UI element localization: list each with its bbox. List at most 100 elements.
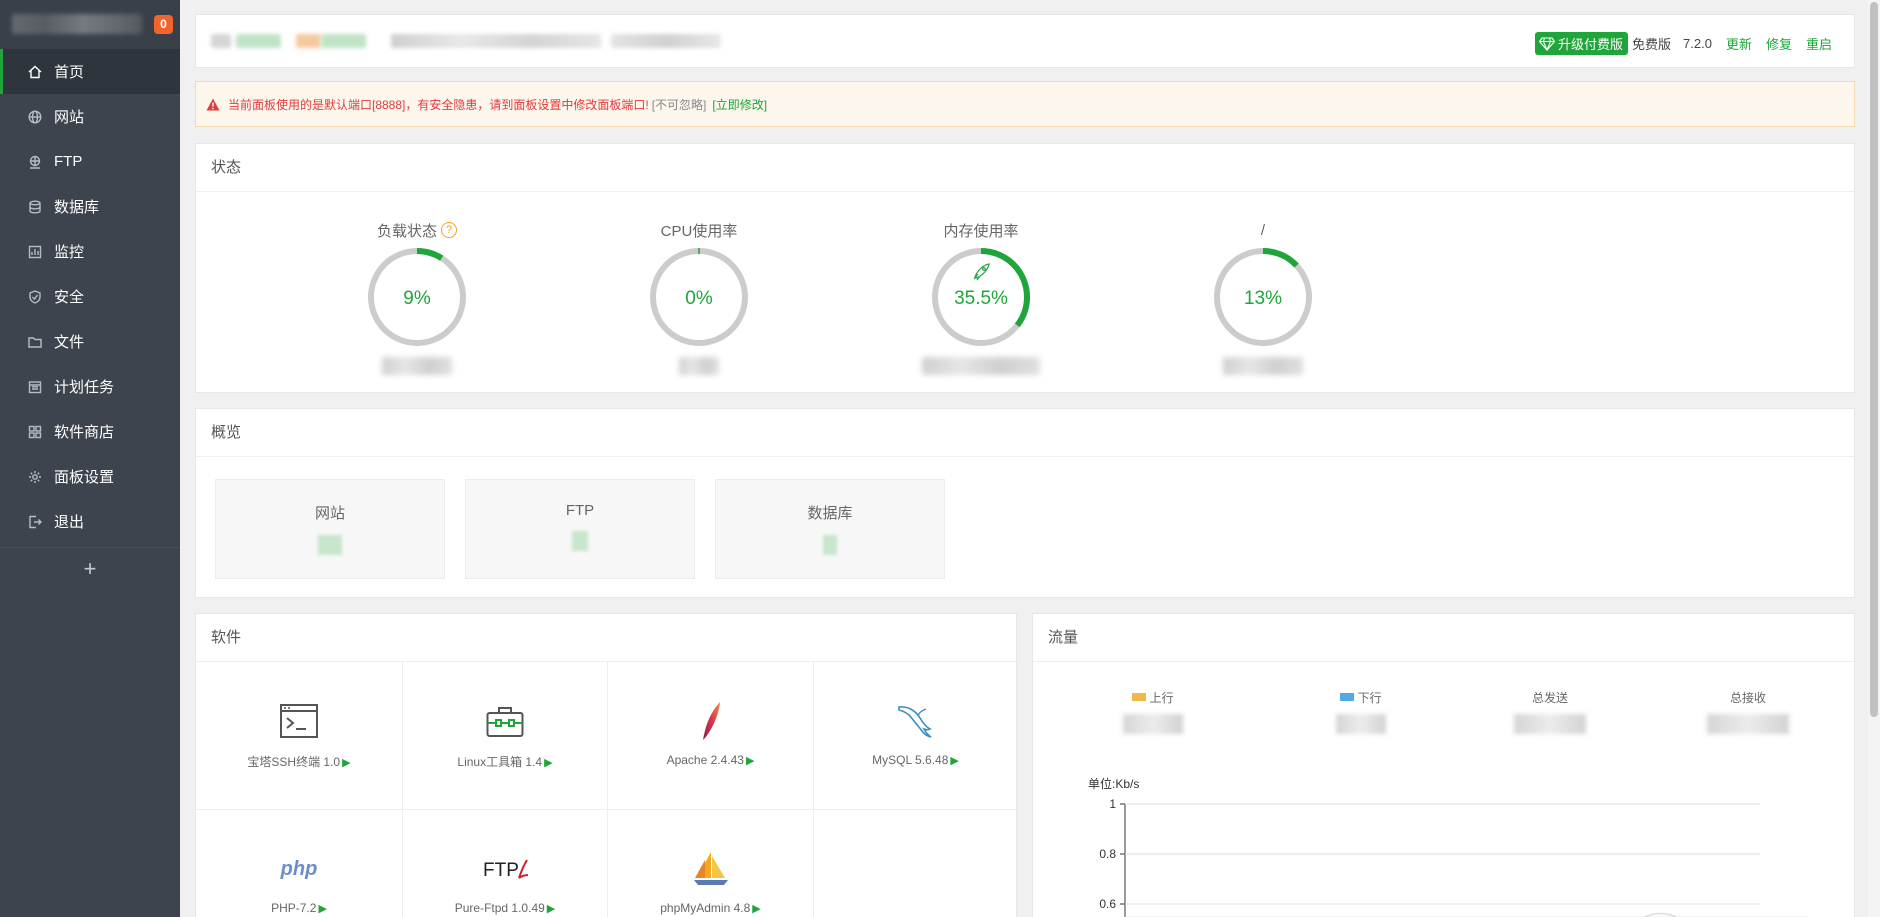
warning-icon (206, 98, 220, 110)
overview-database-box[interactable]: 数据库 (715, 479, 945, 579)
ftp-icon (28, 155, 42, 169)
cpu-detail-blurred (679, 357, 719, 375)
sidebar-item-settings[interactable]: 面板设置 (0, 454, 180, 499)
restart-link[interactable]: 重启 (1806, 34, 1832, 53)
software-name-text: Pure-Ftpd 1.0.49 (454, 901, 545, 915)
sidebar-item-label: 监控 (54, 244, 85, 261)
y-tick-label: 0.6 (1099, 897, 1116, 911)
rocket-icon[interactable] (973, 263, 990, 281)
memory-gauge[interactable]: 内存使用率 35.5% (881, 219, 1081, 375)
download-swatch (1340, 693, 1355, 701)
help-icon[interactable]: ? (441, 222, 457, 238)
software-name: PHP-7.2 ▶ (196, 901, 402, 915)
overview-label: 数据库 (807, 505, 853, 522)
traffic-chart: 1 0.8 0.6 (1099, 797, 1808, 917)
sidebar-item-database[interactable]: 数据库 (0, 184, 180, 229)
play-icon[interactable]: ▶ (746, 755, 754, 767)
play-icon[interactable]: ▶ (342, 757, 350, 769)
play-icon[interactable]: ▶ (544, 757, 552, 769)
play-icon[interactable]: ▶ (318, 903, 326, 915)
mysql-dolphin-icon (814, 697, 1017, 745)
software-name: phpMyAdmin 4.8 ▶ (608, 901, 813, 915)
software-name: Pure-Ftpd 1.0.49 ▶ (403, 901, 607, 915)
update-link[interactable]: 更新 (1726, 34, 1752, 53)
alert-fix-link[interactable]: [立即修改] (712, 96, 767, 113)
os-info-blurred (296, 34, 321, 48)
edition-label: 免费版 (1632, 37, 1672, 52)
status-title: 状态 (196, 144, 1854, 192)
overview-website-box[interactable]: 网站 (215, 479, 445, 579)
sidebar-item-store[interactable]: 软件商店 (0, 409, 180, 454)
chart-unit-label: 单位:Kb/s (1088, 777, 1140, 791)
cpu-gauge[interactable]: CPU使用率 0% (599, 219, 799, 375)
sidebar-item-label: 软件商店 (54, 424, 115, 441)
gauge-label: CPU使用率 (660, 222, 738, 240)
play-icon[interactable]: ▶ (950, 755, 958, 767)
traffic-upload: 上行 (1083, 689, 1223, 734)
software-item-mysql[interactable]: MySQL 5.6.48 ▶ (814, 662, 1018, 810)
upload-value-blurred (1123, 714, 1183, 734)
apache-feather-icon (608, 697, 813, 745)
load-gauge[interactable]: 负载状态 ? 9% (317, 219, 517, 375)
overview-ftp-box[interactable]: FTP (465, 479, 695, 579)
os-info-blurred (211, 34, 231, 48)
gauge-label-wrap: 负载状态 ? (317, 219, 517, 241)
traffic-line-hint (1643, 912, 1678, 917)
software-title: 软件 (196, 614, 1016, 662)
memory-detail-blurred (922, 357, 1040, 375)
grid-icon (28, 425, 42, 439)
add-shortcut-button[interactable]: + (0, 547, 180, 589)
software-name: Linux工具箱 1.4 ▶ (403, 753, 607, 770)
software-item-apache[interactable]: Apache 2.4.43 ▶ (608, 662, 814, 810)
sidebar-item-logout[interactable]: 退出 (0, 499, 180, 544)
download-label: 下行 (1357, 691, 1382, 705)
scrollbar-thumb[interactable] (1870, 2, 1878, 717)
calendar-icon (28, 380, 42, 394)
software-item-ssh[interactable]: 宝塔SSH终端 1.0 ▶ (196, 662, 403, 810)
upload-swatch (1132, 693, 1147, 701)
alert-message: 当前面板使用的是默认端口[8888]，有安全隐患，请到面板设置中修改面板端口! (228, 97, 649, 112)
gauge-label: 负载状态 (376, 222, 437, 240)
total-recv-label: 总接收 (1729, 691, 1766, 705)
traffic-total-sent: 总发送 (1480, 689, 1620, 734)
phpmyadmin-sailboat-icon (608, 845, 813, 893)
alert-ignore-note: [不可忽略] (651, 97, 707, 112)
sidebar-item-files[interactable]: 文件 (0, 319, 180, 364)
sidebar-item-security[interactable]: 安全 (0, 274, 180, 319)
sidebar-item-home[interactable]: 首页 (0, 49, 180, 94)
sidebar-item-label: 文件 (54, 334, 85, 351)
notification-badge[interactable]: 0 (154, 15, 173, 34)
disk-detail-blurred (1223, 357, 1303, 375)
load-detail-blurred (382, 357, 452, 375)
sidebar: 0 首页 网站 FTP 数据库 监控 安全 文件 计划任务 软件商店 面板设置 … (0, 0, 180, 917)
gauge-label: / (1260, 221, 1266, 239)
software-item-php[interactable]: php PHP-7.2 ▶ (196, 810, 403, 917)
download-value-blurred (1336, 714, 1386, 734)
software-item-phpmyadmin[interactable]: phpMyAdmin 4.8 ▶ (608, 810, 814, 917)
status-panel: 状态 负载状态 ? 9% CPU使用率 0% 内存使用率 35.5% / 13% (195, 143, 1855, 393)
repair-link[interactable]: 修复 (1766, 34, 1792, 53)
software-empty-slot (814, 810, 1018, 917)
load-gauge-ring: 9% (368, 248, 466, 346)
software-item-pureftpd[interactable]: FTP Pure-Ftpd 1.0.49 ▶ (403, 810, 608, 917)
sidebar-item-label: FTP (54, 153, 83, 170)
sidebar-item-label: 数据库 (54, 199, 100, 216)
software-item-toolbox[interactable]: Linux工具箱 1.4 ▶ (403, 662, 608, 810)
traffic-total-recv: 总接收 (1678, 689, 1818, 734)
gauge-label: 内存使用率 (943, 222, 1019, 240)
total-recv-blurred (1707, 714, 1789, 734)
page-scrollbar[interactable] (1868, 0, 1880, 917)
svg-text:FTP: FTP (483, 860, 519, 881)
software-name-text: PHP-7.2 (271, 901, 317, 915)
disk-gauge[interactable]: / 13% (1163, 219, 1363, 375)
sidebar-item-website[interactable]: 网站 (0, 94, 180, 139)
play-icon[interactable]: ▶ (547, 903, 555, 915)
sidebar-item-monitor[interactable]: 监控 (0, 229, 180, 274)
sidebar-item-cron[interactable]: 计划任务 (0, 364, 180, 409)
toolbox-icon (403, 697, 607, 745)
sidebar-item-ftp[interactable]: FTP (0, 139, 180, 184)
software-name-text: phpMyAdmin 4.8 (660, 901, 751, 915)
upgrade-button[interactable]: 升级付费版 (1535, 32, 1629, 55)
play-icon[interactable]: ▶ (752, 903, 760, 915)
brand-header: 0 (0, 0, 180, 49)
